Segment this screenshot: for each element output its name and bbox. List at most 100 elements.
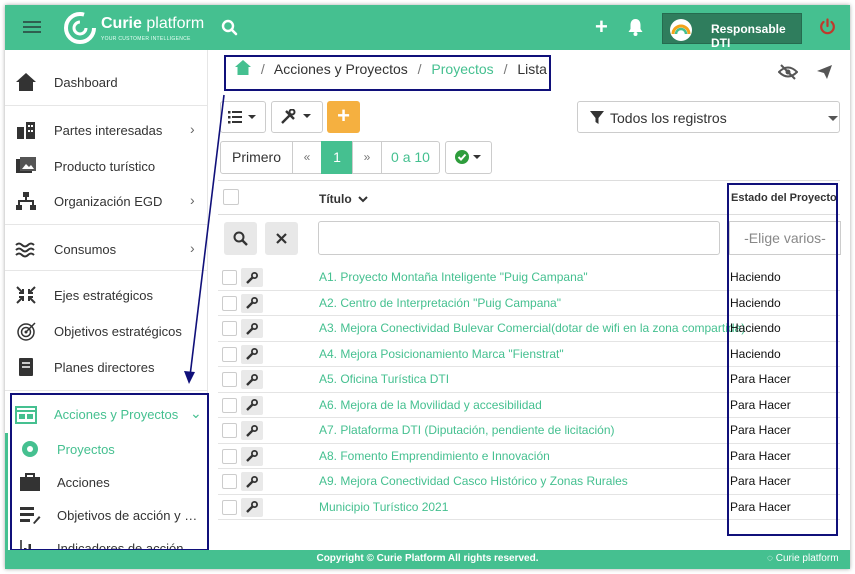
divider (5, 390, 208, 391)
row-title-link[interactable]: A3. Mejora Conectividad Bulevar Comercia… (319, 321, 745, 335)
bell-icon[interactable] (628, 18, 643, 36)
column-header-titulo[interactable]: Título (319, 192, 368, 206)
pager-prev-button[interactable]: « (292, 141, 322, 174)
hamburger-menu-icon[interactable] (23, 18, 41, 36)
row-edit-button[interactable] (241, 344, 263, 364)
sidebar-item-producto[interactable]: Producto turístico (5, 149, 208, 183)
eye-slash-icon[interactable] (778, 64, 798, 80)
row-edit-button[interactable] (241, 497, 263, 517)
sidebar-item-dashboard[interactable]: Dashboard (5, 65, 208, 99)
search-icon[interactable] (221, 19, 238, 36)
image-gallery-icon (16, 157, 36, 173)
row-title-link[interactable]: A8. Fomento Emprendimiento e Innovación (319, 449, 550, 463)
row-title-link[interactable]: A7. Plataforma DTI (Diputación, pendient… (319, 423, 614, 437)
copyright-text: Copyright © Curie Platform All rights re… (316, 553, 539, 564)
wrench-icon (246, 322, 258, 335)
wrench-icon (246, 424, 258, 437)
clear-filter-button[interactable] (265, 222, 298, 255)
sidebar-item-planes[interactable]: Planes directores (5, 350, 208, 384)
curie-logo-icon (64, 12, 96, 44)
target-icon (17, 322, 36, 341)
book-icon (19, 358, 33, 376)
sidebar-item-partes[interactable]: Partes interesadas › (5, 113, 208, 147)
logo[interactable]: Curie platform YOUR CUSTOMER INTELLIGENC… (63, 9, 213, 47)
row-edit-button[interactable] (241, 370, 263, 389)
sidebar-item-label: Producto turístico (54, 159, 156, 174)
search-icon (233, 231, 248, 246)
add-icon[interactable]: + (595, 16, 608, 38)
add-record-button[interactable]: + (327, 101, 360, 133)
curie-logo-small-icon: ◌ (767, 553, 773, 564)
sidebar-item-label: Ejes estratégicos (54, 288, 153, 303)
row-title-link[interactable]: A9. Mejora Conectividad Casco Histórico … (319, 474, 628, 488)
row-edit-button[interactable] (241, 395, 263, 415)
wrench-icon (246, 475, 258, 488)
annotation-box-estado (727, 183, 838, 536)
wrench-icon (246, 399, 258, 411)
home-icon (16, 73, 36, 91)
row-edit-button[interactable] (241, 293, 263, 313)
row-title-link[interactable]: A2. Centro de Interpretación "Puig Campa… (319, 296, 561, 310)
chevron-down-icon (358, 196, 368, 203)
power-icon[interactable] (819, 18, 836, 35)
annotation-box-sidebar (10, 393, 209, 551)
filter-selected-value: Todos los registros (610, 110, 727, 126)
list-icon (228, 111, 256, 124)
sidebar-item-consumos[interactable]: Consumos › (5, 232, 208, 266)
records-filter-select[interactable]: Todos los registros (577, 101, 840, 133)
sidebar-item-organizacion[interactable]: Organización EGD › (5, 184, 208, 218)
row-title-link[interactable]: A1. Proyecto Montaña Inteligente "Puig C… (319, 270, 588, 284)
sidebar-item-label: Consumos (54, 242, 117, 257)
row-checkbox[interactable] (222, 499, 237, 515)
app-window: Curie platform YOUR CUSTOMER INTELLIGENC… (5, 5, 850, 569)
footer-brand: ◌ Curie platform (767, 553, 839, 564)
wrench-icon (246, 450, 258, 462)
wrench-icon (246, 271, 258, 284)
row-title-link[interactable]: A6. Mejora de la Movilidad y accesibilid… (319, 398, 542, 412)
column-title-label: Título (319, 192, 352, 206)
pager-next-button[interactable]: » (352, 141, 382, 174)
tools-button[interactable] (271, 101, 323, 133)
divider (5, 270, 208, 271)
sidebar-item-label: Planes directores (54, 360, 155, 375)
row-checkbox[interactable] (222, 474, 237, 489)
row-edit-button[interactable] (241, 472, 263, 491)
tools-icon (281, 109, 311, 124)
footer: Copyright © Curie Platform All rights re… (5, 550, 850, 569)
wrench-icon (246, 348, 258, 360)
title-filter-input[interactable] (318, 221, 720, 255)
row-title-link[interactable]: A5. Oficina Turística DTI (319, 372, 449, 386)
org-chart-icon (16, 192, 36, 210)
wrench-icon (246, 297, 258, 309)
row-edit-button[interactable] (241, 268, 263, 287)
check-circle-icon (455, 150, 481, 164)
close-icon (276, 233, 287, 244)
filter-icon (590, 111, 604, 124)
logo-tagline: YOUR CUSTOMER INTELLIGENCE (101, 36, 191, 42)
footer-brand-text: Curie platform (775, 553, 839, 564)
row-edit-button[interactable] (241, 421, 263, 440)
waves-icon (15, 242, 35, 258)
sidebar-item-objetivos[interactable]: Objetivos estratégicos (5, 314, 208, 348)
send-icon[interactable] (816, 64, 833, 80)
divider (5, 224, 208, 225)
annotation-box-breadcrumb (224, 55, 551, 91)
row-checkbox[interactable] (222, 448, 237, 464)
row-edit-button[interactable] (241, 446, 263, 466)
row-title-link[interactable]: A4. Mejora Posicionamiento Marca "Fienst… (319, 347, 564, 361)
row-checkbox[interactable] (222, 397, 237, 413)
annotation-arrow (184, 94, 225, 384)
row-title-link[interactable]: Municipio Turístico 2021 (319, 500, 448, 514)
user-menu-button[interactable]: Responsable DTI (662, 13, 802, 50)
sidebar-item-ejes[interactable]: Ejes estratégicos (5, 278, 208, 312)
sidebar-item-label: Dashboard (54, 75, 118, 90)
pager-current-page[interactable]: 1 (321, 141, 353, 174)
row-checkbox[interactable] (222, 423, 237, 438)
avatar (670, 19, 692, 41)
caret-down-icon (828, 116, 838, 121)
status-filter-button[interactable] (445, 141, 492, 174)
row-edit-button[interactable] (241, 319, 263, 338)
sidebar-item-label: Organización EGD (54, 194, 163, 209)
pager-first-button[interactable]: Primero (220, 141, 293, 174)
sidebar-item-label: Partes interesadas (54, 123, 163, 138)
